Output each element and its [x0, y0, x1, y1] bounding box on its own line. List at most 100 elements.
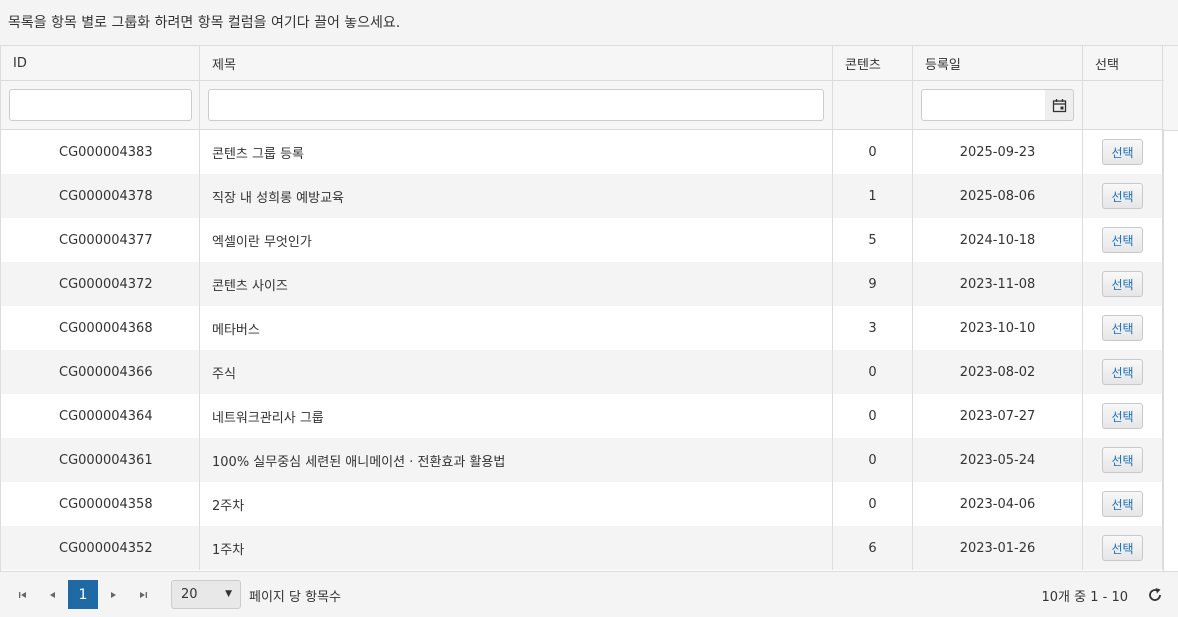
cell-contents: 3	[833, 306, 913, 350]
cell-contents: 0	[833, 438, 913, 482]
chevron-down-icon: ▼	[225, 589, 232, 599]
cell-date: 2023-04-06	[913, 482, 1083, 526]
table-row[interactable]: CG000004383 콘텐츠 그룹 등록 0 2025-09-23 선택	[1, 130, 1164, 174]
cell-contents: 0	[833, 130, 913, 174]
id-filter-input[interactable]	[9, 89, 192, 121]
cell-title: 메타버스	[200, 306, 833, 350]
cell-contents: 1	[833, 174, 913, 218]
cell-date: 2025-09-23	[913, 130, 1083, 174]
refresh-icon[interactable]	[1146, 586, 1164, 604]
grid-header-row: ID 제목 콘텐츠 등록일 선택	[1, 46, 1164, 81]
cell-select: 선택	[1083, 394, 1163, 438]
cell-select: 선택	[1083, 306, 1163, 350]
filter-cell-contents	[833, 81, 913, 129]
per-page-label: 페이지 당 항목수	[249, 590, 341, 605]
cell-contents: 6	[833, 526, 913, 570]
cell-date: 2024-10-18	[913, 218, 1083, 262]
cell-title: 직장 내 성희롱 예방교육	[200, 174, 833, 218]
page-range-info: 10개 중 1 - 10	[1041, 590, 1129, 605]
table-row[interactable]: CG000004358 2주차 0 2023-04-06 선택	[1, 482, 1164, 526]
select-button[interactable]: 선택	[1102, 447, 1143, 473]
calendar-icon	[1052, 98, 1066, 112]
last-page-icon[interactable]	[135, 587, 151, 603]
page-size-select[interactable]: 20 ▼	[171, 580, 241, 609]
cell-title: 콘텐츠 그룹 등록	[200, 130, 833, 174]
cell-select: 선택	[1083, 174, 1163, 218]
calendar-button[interactable]	[1045, 89, 1074, 121]
next-page-icon[interactable]	[105, 587, 121, 603]
grid-body: CG000004383 콘텐츠 그룹 등록 0 2025-09-23 선택 CG00000…	[1, 130, 1177, 571]
prev-page-icon[interactable]	[45, 587, 61, 603]
cell-date: 2023-11-08	[913, 262, 1083, 306]
select-button[interactable]: 선택	[1102, 491, 1143, 517]
pager-bar: 1 20 ▼ 페이지 당 항목수 10개 중 1 - 10	[0, 571, 1178, 617]
select-button[interactable]: 선택	[1102, 403, 1143, 429]
cell-id: CG000004383	[1, 130, 200, 174]
table-row[interactable]: CG000004364 네트워크관리사 그룹 0 2023-07-27 선택	[1, 394, 1164, 438]
cell-date: 2025-08-06	[913, 174, 1083, 218]
cell-contents: 9	[833, 262, 913, 306]
table-row[interactable]: CG000004368 메타버스 3 2023-10-10 선택	[1, 306, 1164, 350]
cell-contents: 0	[833, 350, 913, 394]
cell-id: CG000004372	[1, 262, 200, 306]
group-drop-area[interactable]: 목록을 항목 별로 그룹화 하려면 항목 컬럼을 여기다 끌어 놓으세요.	[0, 0, 1178, 45]
header-scroll-gutter	[1164, 46, 1178, 131]
grid-filter-row	[1, 81, 1164, 130]
column-header-title[interactable]: 제목	[200, 46, 833, 80]
filter-cell-select	[1083, 81, 1163, 129]
cell-contents: 5	[833, 218, 913, 262]
cell-select: 선택	[1083, 350, 1163, 394]
cell-date: 2023-01-26	[913, 526, 1083, 570]
first-page-icon[interactable]	[15, 587, 31, 603]
current-page-button[interactable]: 1	[68, 580, 98, 609]
select-button[interactable]: 선택	[1102, 271, 1143, 297]
table-row[interactable]: CG000004378 직장 내 성희롱 예방교육 1 2025-08-06 선택	[1, 174, 1164, 218]
cell-title: 주식	[200, 350, 833, 394]
table-row[interactable]: CG000004372 콘텐츠 사이즈 9 2023-11-08 선택	[1, 262, 1164, 306]
filter-cell-date	[913, 81, 1083, 129]
select-button[interactable]: 선택	[1102, 315, 1143, 341]
column-header-select[interactable]: 선택	[1083, 46, 1163, 80]
cell-date: 2023-10-10	[913, 306, 1083, 350]
cell-id: CG000004352	[1, 526, 200, 570]
column-header-date[interactable]: 등록일	[913, 46, 1083, 80]
page-size-value: 20	[181, 587, 198, 602]
cell-title: 2주차	[200, 482, 833, 526]
cell-select: 선택	[1083, 218, 1163, 262]
select-button[interactable]: 선택	[1102, 139, 1143, 165]
filter-cell-title	[200, 81, 833, 129]
cell-id: CG000004378	[1, 174, 200, 218]
table-row[interactable]: CG000004352 1주차 6 2023-01-26 선택	[1, 526, 1164, 570]
cell-select: 선택	[1083, 262, 1163, 306]
cell-title: 100% 실무중심 세련된 애니메이션 · 전환효과 활용법	[200, 438, 833, 482]
table-row[interactable]: CG000004361 100% 실무중심 세련된 애니메이션 · 전환효과 활용…	[1, 438, 1164, 482]
cell-date: 2023-05-24	[913, 438, 1083, 482]
column-header-contents[interactable]: 콘텐츠	[833, 46, 913, 80]
table-row[interactable]: CG000004366 주식 0 2023-08-02 선택	[1, 350, 1164, 394]
cell-title: 콘텐츠 사이즈	[200, 262, 833, 306]
cell-select: 선택	[1083, 130, 1163, 174]
cell-id: CG000004364	[1, 394, 200, 438]
scrollbar-track[interactable]	[1163, 130, 1164, 571]
cell-id: CG000004366	[1, 350, 200, 394]
select-button[interactable]: 선택	[1102, 535, 1143, 561]
select-button[interactable]: 선택	[1102, 359, 1143, 385]
select-button[interactable]: 선택	[1102, 227, 1143, 253]
filter-cell-id	[1, 81, 200, 129]
cell-id: CG000004377	[1, 218, 200, 262]
cell-select: 선택	[1083, 526, 1163, 570]
cell-id: CG000004368	[1, 306, 200, 350]
title-filter-input[interactable]	[208, 89, 824, 121]
table-row[interactable]: CG000004377 엑셀이란 무엇인가 5 2024-10-18 선택	[1, 218, 1164, 262]
cell-title: 엑셀이란 무엇인가	[200, 218, 833, 262]
cell-title: 1주차	[200, 526, 833, 570]
cell-contents: 0	[833, 394, 913, 438]
cell-id: CG000004361	[1, 438, 200, 482]
select-button[interactable]: 선택	[1102, 183, 1143, 209]
cell-id: CG000004358	[1, 482, 200, 526]
cell-date: 2023-07-27	[913, 394, 1083, 438]
cell-contents: 0	[833, 482, 913, 526]
date-filter-input[interactable]	[921, 89, 1046, 121]
content-group-grid: ID 제목 콘텐츠 등록일 선택 CG000004383 콘텐츠 그룹 등록 0…	[0, 45, 1178, 571]
column-header-id[interactable]: ID	[1, 46, 200, 80]
